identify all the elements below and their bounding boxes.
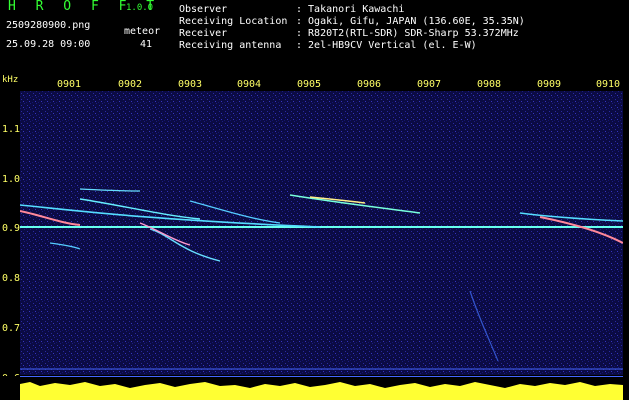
info-key-location: Receiving Location [179,16,288,27]
time-label-0907: 0907 [417,79,442,90]
spectrogram [20,91,623,375]
time-label-0905: 0905 [297,79,322,90]
level-top-line [20,376,623,377]
header-panel: H R O F F T 1.0.0 2509280900.png 25.09.2… [0,0,629,68]
file-name: 2509280900.png [6,20,91,31]
meteor-label: meteor [124,26,161,37]
freq-label-1.1: 1.1 [2,124,21,135]
level-fill [20,382,623,400]
time-label-0908: 0908 [477,79,502,90]
info-key-antenna: Receiving antenna [179,40,282,51]
time-label-0904: 0904 [237,79,262,90]
time-label-0903: 0903 [178,79,203,90]
signal-level-strip [0,376,629,400]
info-value-observer: : Takanori Kawachi [296,4,405,15]
file-datetime: 25.09.28 09:00 [6,39,91,50]
info-key-observer: Observer [179,4,228,15]
info-value-receiver: : R820T2(RTL-SDR) SDR-Sharp 53.372MHz [296,28,519,39]
freq-label-0.7: 0.7 [2,323,21,334]
time-label-0906: 0906 [357,79,382,90]
signal-level-graph [20,376,623,400]
noise-background [20,91,623,375]
info-value-antenna: : 2el-HB9CV Vertical (el. E-W) [296,40,477,51]
spectrogram-canvas [20,91,623,375]
app-version: 1.0.0 [126,3,154,13]
freq-label-1.0: 1.0 [2,174,21,185]
time-label-0909: 0909 [537,79,562,90]
time-label-0910: 0910 [596,79,621,90]
time-label-0902: 0902 [118,79,143,90]
freq-unit-label: kHz [2,75,19,85]
info-value-location: : Ogaki, Gifu, JAPAN (136.60E, 35.35N) [296,16,525,27]
freq-label-0.9: 0.9 [2,223,21,234]
freq-label-0.8: 0.8 [2,273,21,284]
info-key-receiver: Receiver [179,28,228,39]
time-label-0901: 0901 [57,79,82,90]
meteor-count: 41 [140,39,153,50]
